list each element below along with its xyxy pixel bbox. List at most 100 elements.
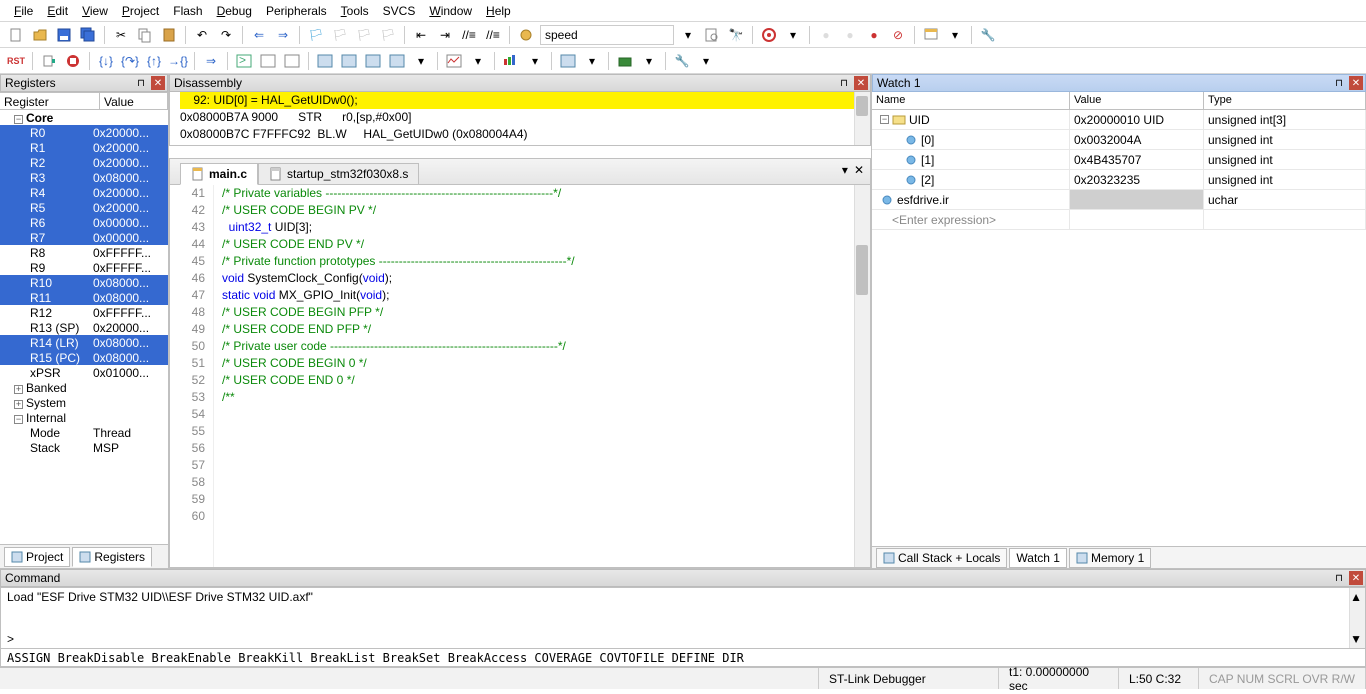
code-line[interactable]: /** xyxy=(222,389,870,406)
banked-group[interactable]: +Banked xyxy=(0,380,168,395)
tab-callstack[interactable]: Call Stack + Locals xyxy=(876,548,1007,568)
menu-help[interactable]: Help xyxy=(486,4,511,18)
find-input[interactable] xyxy=(540,25,674,45)
file-tab[interactable]: main.c xyxy=(180,163,258,185)
menu-edit[interactable]: Edit xyxy=(47,4,68,18)
new-icon[interactable] xyxy=(6,25,26,45)
system-viewer-icon[interactable] xyxy=(558,51,578,71)
disassembly-window-icon[interactable] xyxy=(258,51,278,71)
serial-window-icon[interactable]: ▾ xyxy=(411,51,431,71)
bookmark-next-icon[interactable]: 🏳 xyxy=(354,25,374,45)
register-row[interactable]: R90xFFFFF... xyxy=(0,260,168,275)
indent-left-icon[interactable]: ⇤ xyxy=(411,25,431,45)
tab-memory1[interactable]: Memory 1 xyxy=(1069,548,1151,568)
system-dropdown-icon[interactable]: ▾ xyxy=(582,51,602,71)
register-row[interactable]: R50x20000... xyxy=(0,200,168,215)
register-row[interactable]: R00x20000... xyxy=(0,125,168,140)
run-icon[interactable] xyxy=(39,51,59,71)
breakpoint-enable-icon[interactable]: ● xyxy=(840,25,860,45)
scrollbar[interactable] xyxy=(854,92,870,145)
code-line[interactable]: /* USER CODE BEGIN 0 */ xyxy=(222,355,870,372)
find-in-files-icon[interactable] xyxy=(702,25,722,45)
register-row[interactable]: R70x00000... xyxy=(0,230,168,245)
tab-list-dropdown-icon[interactable]: ▾ xyxy=(842,163,848,177)
memory-window-icon[interactable] xyxy=(387,51,407,71)
menu-tools[interactable]: Tools xyxy=(341,4,369,18)
file-tab[interactable]: startup_stm32f030x8.s xyxy=(258,163,419,184)
show-next-statement-icon[interactable]: ⇒ xyxy=(201,51,221,71)
register-row[interactable]: R110x08000... xyxy=(0,290,168,305)
register-row[interactable]: R60x00000... xyxy=(0,215,168,230)
register-row[interactable]: R30x08000... xyxy=(0,170,168,185)
pin-icon[interactable]: ⊓ xyxy=(1332,571,1346,585)
command-window-icon[interactable]: > xyxy=(234,51,254,71)
menu-svcs[interactable]: SVCS xyxy=(383,4,416,18)
close-icon[interactable]: ✕ xyxy=(854,76,868,90)
bookmark-prev-icon[interactable]: 🏳 xyxy=(330,25,350,45)
symbols-window-icon[interactable] xyxy=(282,51,302,71)
debug-settings-icon[interactable]: 🔧 xyxy=(672,51,692,71)
analysis-window-icon[interactable] xyxy=(444,51,464,71)
register-row[interactable]: R14 (LR)0x08000... xyxy=(0,335,168,350)
breakpoint-disable-icon[interactable]: ● xyxy=(864,25,884,45)
code-line[interactable]: /* USER CODE BEGIN PFP */ xyxy=(222,304,870,321)
tab-close-icon[interactable]: ✕ xyxy=(854,163,864,177)
analysis-dropdown-icon[interactable]: ▾ xyxy=(468,51,488,71)
register-row[interactable]: R120xFFFFF... xyxy=(0,305,168,320)
code-line[interactable]: /* USER CODE END 0 */ xyxy=(222,372,870,389)
registers-list[interactable]: −Core R00x20000...R10x20000...R20x20000.… xyxy=(0,110,168,544)
window-dropdown-icon[interactable]: ▾ xyxy=(945,25,965,45)
code-area[interactable]: 4142434445464748495051525354555657585960… xyxy=(170,185,870,567)
debug-start-icon[interactable] xyxy=(759,25,779,45)
comment-icon[interactable]: //≡ xyxy=(459,25,479,45)
system-group[interactable]: +System xyxy=(0,395,168,410)
step-over-icon[interactable]: {↷} xyxy=(120,51,140,71)
registers-window-icon[interactable] xyxy=(315,51,335,71)
register-row[interactable]: R20x20000... xyxy=(0,155,168,170)
internal-group[interactable]: −Internal xyxy=(0,410,168,425)
code-line[interactable]: /* Private function prototypes ---------… xyxy=(222,253,870,270)
tab-registers[interactable]: Registers xyxy=(72,547,152,567)
window-layout-icon[interactable] xyxy=(921,25,941,45)
pin-icon[interactable]: ⊓ xyxy=(1332,76,1346,90)
run-to-cursor-icon[interactable]: →{} xyxy=(168,51,188,71)
scrollbar[interactable]: ▲▼ xyxy=(1349,588,1365,648)
pin-icon[interactable]: ⊓ xyxy=(837,76,851,90)
menu-flash[interactable]: Flash xyxy=(173,4,202,18)
incremental-find-icon[interactable]: 🔭 xyxy=(726,25,746,45)
macro-icon[interactable] xyxy=(516,25,536,45)
save-all-icon[interactable] xyxy=(78,25,98,45)
code-line[interactable]: /* USER CODE END PFP */ xyxy=(222,321,870,338)
menu-debug[interactable]: Debug xyxy=(217,4,252,18)
indent-right-icon[interactable]: ⇥ xyxy=(435,25,455,45)
watch-list[interactable]: −UID0x20000010 UIDunsigned int[3][0]0x00… xyxy=(872,110,1366,546)
command-output[interactable]: Load "ESF Drive STM32 UID\\ESF Drive STM… xyxy=(0,587,1366,649)
nav-fwd-icon[interactable]: ⇒ xyxy=(273,25,293,45)
core-group[interactable]: −Core xyxy=(0,110,168,125)
command-prompt[interactable]: > xyxy=(7,632,14,646)
step-into-icon[interactable]: {↓} xyxy=(96,51,116,71)
debug-dropdown-icon[interactable]: ▾ xyxy=(783,25,803,45)
register-row[interactable]: R80xFFFFF... xyxy=(0,245,168,260)
undo-icon[interactable]: ↶ xyxy=(192,25,212,45)
reset-icon[interactable]: RST xyxy=(6,51,26,71)
menu-file[interactable]: File xyxy=(14,4,33,18)
close-icon[interactable]: ✕ xyxy=(1349,571,1363,585)
save-icon[interactable] xyxy=(54,25,74,45)
watch-row[interactable]: [2]0x20323235unsigned int xyxy=(872,170,1366,190)
menu-peripherals[interactable]: Peripherals xyxy=(266,4,327,18)
copy-icon[interactable] xyxy=(135,25,155,45)
register-row[interactable]: R13 (SP)0x20000... xyxy=(0,320,168,335)
register-row[interactable]: R15 (PC)0x08000... xyxy=(0,350,168,365)
debug-settings-dropdown-icon[interactable]: ▾ xyxy=(696,51,716,71)
code-line[interactable]: /* Private user code -------------------… xyxy=(222,338,870,355)
step-out-icon[interactable]: {↑} xyxy=(144,51,164,71)
code-line[interactable]: uint32_t UID[3]; xyxy=(222,219,870,236)
cut-icon[interactable]: ✂ xyxy=(111,25,131,45)
code-line[interactable]: /* Private variables -------------------… xyxy=(222,185,870,202)
watch-row[interactable]: −UID0x20000010 UIDunsigned int[3] xyxy=(872,110,1366,130)
nav-back-icon[interactable]: ⇐ xyxy=(249,25,269,45)
watch-window-icon[interactable] xyxy=(363,51,383,71)
paste-icon[interactable] xyxy=(159,25,179,45)
watch-row[interactable]: esfdrive.iruchar xyxy=(872,190,1366,210)
